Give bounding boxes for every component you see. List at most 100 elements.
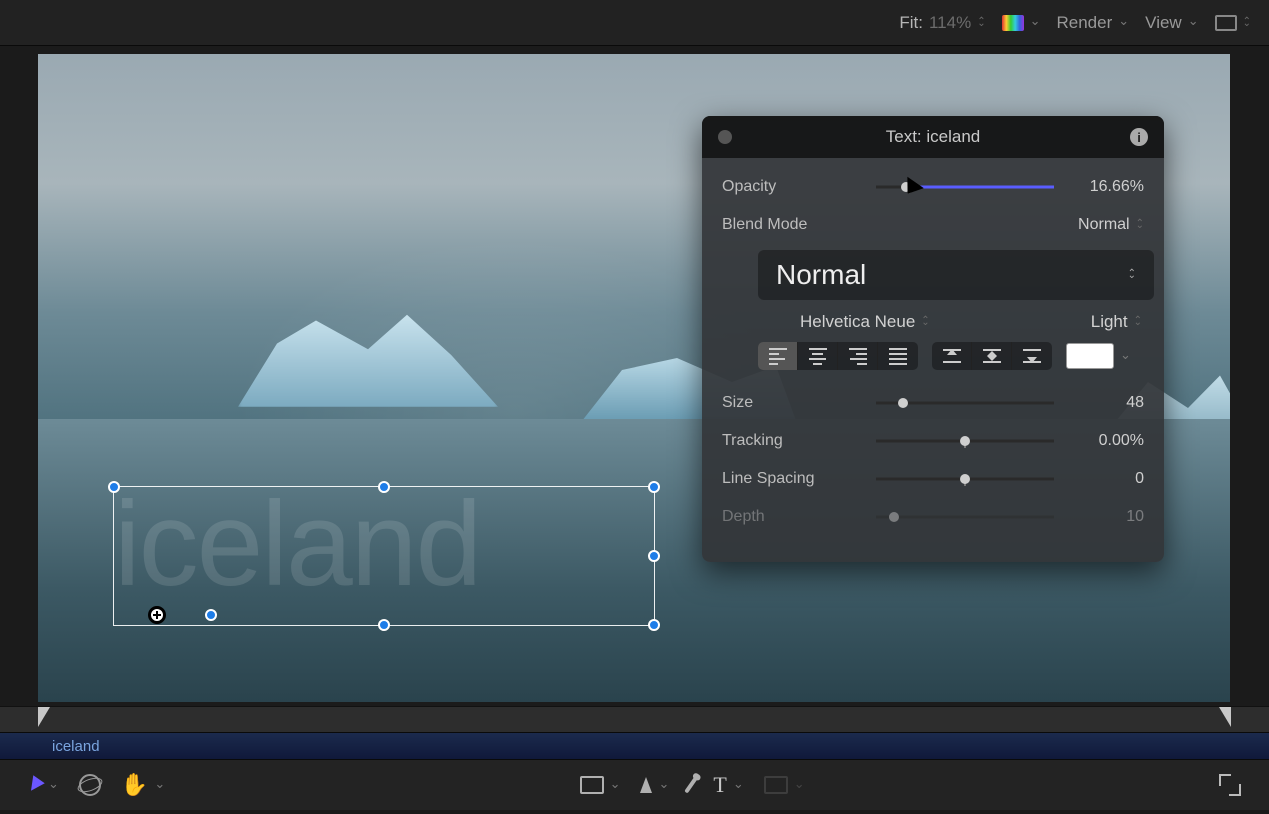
text-layer[interactable]: iceland [114, 484, 654, 624]
clip-label: iceland [52, 738, 100, 755]
size-slider[interactable] [876, 391, 1054, 415]
color-profile-menu[interactable] [1002, 15, 1041, 31]
text-toolbar [758, 342, 1144, 370]
text-icon: T [713, 772, 726, 798]
rectangle-icon [580, 776, 604, 794]
chevron-down-icon [1188, 16, 1199, 29]
chevron-down-icon [1118, 16, 1129, 29]
orbit-icon [79, 774, 101, 796]
chevron-down-icon [794, 779, 805, 792]
view-label: View [1145, 13, 1182, 33]
hud-header[interactable]: Text: iceland i [702, 116, 1164, 158]
line-spacing-value[interactable]: 0 [1064, 470, 1144, 488]
render-label: Render [1056, 13, 1112, 33]
text-hud-panel: Text: iceland i Opacity 16.66% Blend Mod… [702, 116, 1164, 562]
fit-value: 114% [929, 13, 971, 33]
pointer-icon [25, 775, 44, 794]
ruler[interactable] [0, 706, 1269, 732]
color-swatch[interactable] [1066, 343, 1114, 369]
chevron-down-icon [733, 779, 744, 792]
stepper-icon [1134, 316, 1142, 328]
depth-label: Depth [722, 508, 862, 526]
font-family-value: Helvetica Neue [800, 312, 915, 332]
stepper-icon [1136, 219, 1144, 231]
depth-value: 10 [1064, 508, 1144, 526]
tracking-label: Tracking [722, 432, 862, 450]
mask-icon [764, 776, 788, 794]
stepper-icon [921, 316, 929, 328]
bottom-toolbar: ✋ T [0, 760, 1269, 810]
font-row: Helvetica Neue Light [758, 312, 1144, 332]
horizontal-align-group [758, 342, 918, 370]
opacity-value[interactable]: 16.66% [1064, 178, 1144, 196]
chevron-down-icon [658, 779, 669, 792]
align-justify-button[interactable] [878, 342, 918, 370]
align-left-icon [769, 348, 787, 365]
brush-tool[interactable] [689, 776, 693, 794]
line-spacing-slider[interactable] [876, 467, 1054, 491]
blend-mode-row: Blend Mode Normal [722, 206, 1144, 244]
view-menu[interactable]: View [1145, 13, 1198, 33]
line-spacing-label: Line Spacing [722, 470, 862, 488]
stepper-icon [977, 17, 985, 29]
fit-label: Fit: [899, 13, 923, 33]
tracking-row: Tracking 0.00% [722, 422, 1144, 460]
depth-slider [876, 505, 1054, 529]
pan-tool[interactable]: ✋ [121, 772, 165, 798]
text-color-control[interactable] [1066, 343, 1131, 369]
size-label: Size [722, 394, 862, 412]
valign-top-icon [943, 349, 961, 363]
valign-top-button[interactable] [932, 342, 972, 370]
valign-middle-button[interactable] [972, 342, 1012, 370]
align-right-button[interactable] [838, 342, 878, 370]
in-point-marker[interactable] [38, 707, 50, 727]
background-image [238, 309, 498, 424]
size-row: Size 48 [722, 384, 1144, 422]
hud-body: Opacity 16.66% Blend Mode Normal Normal [702, 158, 1164, 536]
canvas-area: iceland Text: iceland i Opacity [0, 46, 1269, 706]
mini-timeline[interactable]: iceland [0, 732, 1269, 760]
3d-transform-tool[interactable] [79, 774, 101, 796]
vertical-align-group [932, 342, 1052, 370]
pen-tool[interactable] [640, 777, 669, 793]
blend-mode-menu[interactable]: Normal [1078, 216, 1144, 234]
chevron-down-icon [610, 779, 621, 792]
opacity-label: Opacity [722, 178, 862, 196]
depth-row: Depth 10 [722, 498, 1144, 536]
chevron-down-icon [154, 779, 165, 792]
tracking-slider[interactable] [876, 429, 1054, 453]
align-justify-icon [889, 348, 907, 365]
out-point-marker[interactable] [1219, 707, 1231, 727]
select-tool[interactable] [28, 778, 59, 792]
fullscreen-button[interactable] [1219, 774, 1241, 796]
mask-tool[interactable] [764, 776, 805, 794]
viewport-layout-menu[interactable] [1215, 15, 1251, 31]
rectangle-tool[interactable] [580, 776, 621, 794]
opacity-row: Opacity 16.66% [722, 168, 1144, 206]
blend-mode-label: Blend Mode [722, 216, 862, 234]
stepper-icon [1243, 17, 1251, 29]
chevron-down-icon [48, 779, 59, 792]
line-spacing-row: Line Spacing 0 [722, 460, 1144, 498]
chevron-down-icon [1030, 16, 1041, 29]
expand-icon [1219, 774, 1241, 796]
rainbow-icon [1002, 15, 1024, 31]
render-menu[interactable]: Render [1056, 13, 1129, 33]
brush-icon [685, 776, 699, 793]
style-value: Normal [776, 259, 866, 291]
fit-control[interactable]: Fit: 114% [899, 13, 985, 33]
text-style-select[interactable]: Normal [758, 250, 1154, 300]
align-left-button[interactable] [758, 342, 798, 370]
tracking-value[interactable]: 0.00% [1064, 432, 1144, 450]
pen-icon [640, 777, 652, 793]
align-center-button[interactable] [798, 342, 838, 370]
size-value[interactable]: 48 [1064, 394, 1144, 412]
font-weight-value: Light [1091, 312, 1128, 332]
font-family-menu[interactable]: Helvetica Neue [800, 312, 930, 332]
font-weight-menu[interactable]: Light [1091, 312, 1142, 332]
valign-bottom-icon [1023, 349, 1041, 363]
align-right-icon [849, 348, 867, 365]
valign-bottom-button[interactable] [1012, 342, 1052, 370]
chevron-down-icon [1120, 350, 1131, 363]
text-tool[interactable]: T [713, 772, 743, 798]
